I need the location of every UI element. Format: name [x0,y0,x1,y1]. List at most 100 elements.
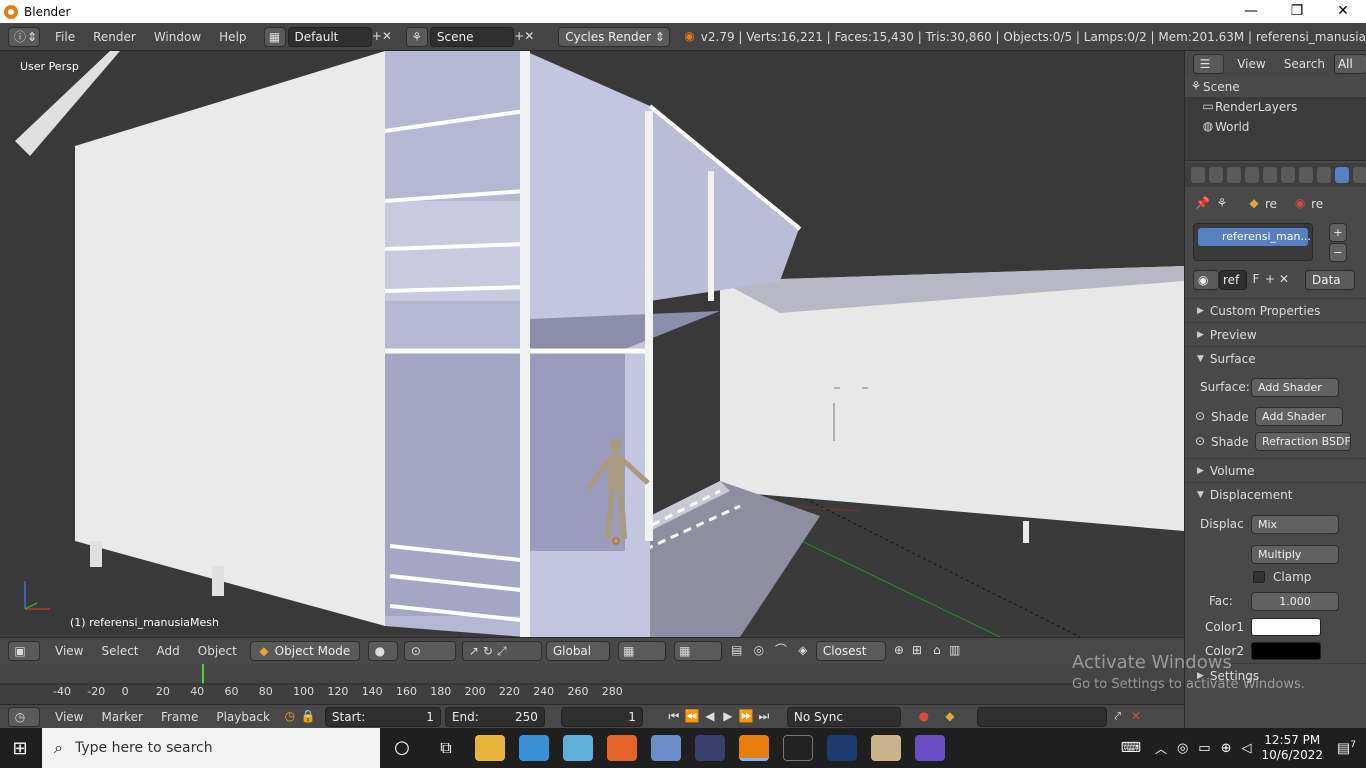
scene-tab-icon[interactable] [1227,167,1241,183]
lock-camera-icon[interactable]: ▤ [730,644,744,658]
shade2-button[interactable]: Refraction BSDF [1255,432,1351,451]
blender-taskbar-icon[interactable] [739,735,769,761]
manipulator-toggles[interactable]: ↗ ↻ ⤢ [461,641,542,661]
outliner-item-world[interactable]: ◍ World [1185,117,1366,137]
render-engine-select[interactable]: Cycles Render ⇕ [558,26,671,47]
minimize-button[interactable]: — [1228,0,1274,23]
epic-games-icon[interactable] [827,735,857,761]
editor-type-menu[interactable]: ⓘ⇕ [8,26,40,47]
outliner-menu-search[interactable]: Search [1275,57,1334,71]
layer-buttons-1[interactable]: ▦ [617,641,666,661]
menu-timeline-view[interactable]: View [46,710,92,724]
transform-orientation-select[interactable]: Global [545,641,610,661]
timeline-area[interactable]: -40 -20 0 20 40 60 80 100 120 140 160 180 200 220 240 2… [0,664,1184,704]
insert-keyframe-icon[interactable]: ⤤ [1111,709,1125,724]
sync-mode-select[interactable]: No Sync [786,706,901,727]
remove-scene-icon[interactable]: ✕ [524,29,534,44]
menu-add[interactable]: Add [148,644,189,658]
file-explorer-icon[interactable] [475,735,505,761]
restore-button[interactable]: ❐ [1274,0,1320,23]
displacement-shader-button[interactable]: Mix [1251,514,1339,534]
clamp-checkbox[interactable] [1253,571,1265,583]
screen-layout-field[interactable]: Default [287,26,372,47]
render-layers-tab-icon[interactable] [1209,167,1223,183]
panel-displacement[interactable]: ▼ Displacement [1185,482,1366,506]
remove-layout-icon[interactable]: ✕ [382,29,392,44]
visual-studio-icon[interactable] [915,735,945,761]
world-tab-icon[interactable] [1245,167,1259,183]
keying-set-icon[interactable]: ◆ [943,709,957,724]
unreal-engine-icon[interactable] [783,735,813,761]
link-data-select[interactable]: Data [1305,269,1355,290]
panel-surface[interactable]: ▼ Surface [1185,346,1366,370]
modifiers-tab-icon[interactable] [1299,167,1313,183]
paint-icon[interactable] [871,735,901,761]
outliner[interactable]: ☰ View Search All Sc ⚘Scene ▭RenderLayer… [1185,51,1366,161]
menu-help[interactable]: Help [210,30,255,44]
opengl-animation-icon[interactable]: ▥ [948,644,962,658]
panel-custom-properties[interactable]: ▶ Custom Properties [1185,298,1366,322]
new-material-icon[interactable]: + [1263,272,1277,287]
menu-view[interactable]: View [46,644,92,658]
screen-layout-icon-button[interactable]: ▦ [263,26,286,47]
sketchup-icon[interactable] [651,735,681,761]
render-tab-icon[interactable] [1191,167,1205,183]
unlink-material-icon[interactable]: ✕ [1277,272,1291,287]
data-tab-icon[interactable] [1317,167,1331,183]
menu-playback[interactable]: Playback [207,710,279,724]
taskbar-clock[interactable]: 12:57 PM 10/6/2022 [1262,733,1324,763]
network-icon[interactable]: ◎ [1177,741,1188,756]
add-layout-icon[interactable]: + [372,29,382,44]
cortana-icon[interactable]: ○ [387,735,417,761]
interaction-mode-select[interactable]: ◆ Object Mode [249,641,360,661]
snap-target-select[interactable]: Closest [815,641,886,661]
material-tab-icon[interactable] [1335,167,1349,183]
battery-icon[interactable]: ▭ [1198,741,1210,756]
snap-element-icon[interactable]: ◈ [796,644,810,658]
app-icon[interactable] [563,735,593,761]
delete-keyframe-icon[interactable]: ✕ [1129,709,1143,724]
start-frame-field[interactable]: Start: 1 [324,706,441,727]
firefox-icon[interactable] [607,735,637,761]
add-slot-icon[interactable]: + [1329,223,1347,242]
3d-view-editor-type[interactable]: ▣ [8,641,40,661]
scene-field[interactable]: Scene [429,26,515,47]
surface-shader-button[interactable]: Add Shader [1251,377,1339,397]
color2-swatch[interactable] [1251,642,1321,660]
fake-user-label[interactable]: F [1249,272,1263,287]
snap-rotation-icon[interactable]: ⊕ [892,644,906,658]
outliner-editor-type[interactable]: ☰ [1193,54,1225,74]
menu-file[interactable]: File [46,30,84,44]
preview-range-icon[interactable]: ◷ [283,709,297,724]
language-icon[interactable]: ⊕ [1221,741,1232,756]
jump-end-icon[interactable]: ⏭ [757,709,771,724]
menu-marker[interactable]: Marker [92,710,151,724]
snap-project-icon[interactable]: ⊞ [910,644,924,658]
blend-mode-select[interactable]: Multiply [1251,545,1339,564]
lock-range-icon[interactable]: 🔒 [301,709,316,724]
material-browse-icon[interactable]: ◉ [1193,269,1219,290]
task-view-icon[interactable]: ⧉ [431,735,461,761]
pivot-point-select[interactable]: ⊙ [403,641,456,661]
panel-volume[interactable]: ▶ Volume [1185,458,1366,482]
media-app-icon[interactable] [695,735,725,761]
outliner-item-scene[interactable]: ⚘ Scene [1185,77,1366,97]
show-hidden-icons-chevron-icon[interactable]: ︿ [1155,740,1167,757]
remove-slot-icon[interactable]: − [1329,243,1347,262]
viewport-shading-select[interactable]: ● [367,641,398,661]
outliner-item-renderlayers[interactable]: ▭ RenderLayers [1185,97,1366,117]
shade1-button[interactable]: Add Shader [1255,407,1343,426]
outliner-menu-view[interactable]: View [1228,57,1274,71]
expand-socket-icon-2[interactable]: ⊙ [1193,434,1207,449]
proportional-edit-icon[interactable]: ◎ [752,644,766,658]
fac-field[interactable]: 1.000 [1251,591,1339,611]
menu-window[interactable]: Window [145,30,210,44]
add-scene-icon[interactable]: + [514,29,524,44]
volume-icon[interactable]: ◁ [1242,741,1252,756]
panel-preview[interactable]: ▶ Preview [1185,322,1366,346]
outliner-display-mode[interactable]: All Sc [1333,54,1366,74]
end-frame-field[interactable]: End: 250 [444,706,545,727]
color1-swatch[interactable] [1251,618,1321,636]
constraints-tab-icon[interactable] [1281,167,1295,183]
current-frame-field[interactable]: 1 [560,706,643,727]
